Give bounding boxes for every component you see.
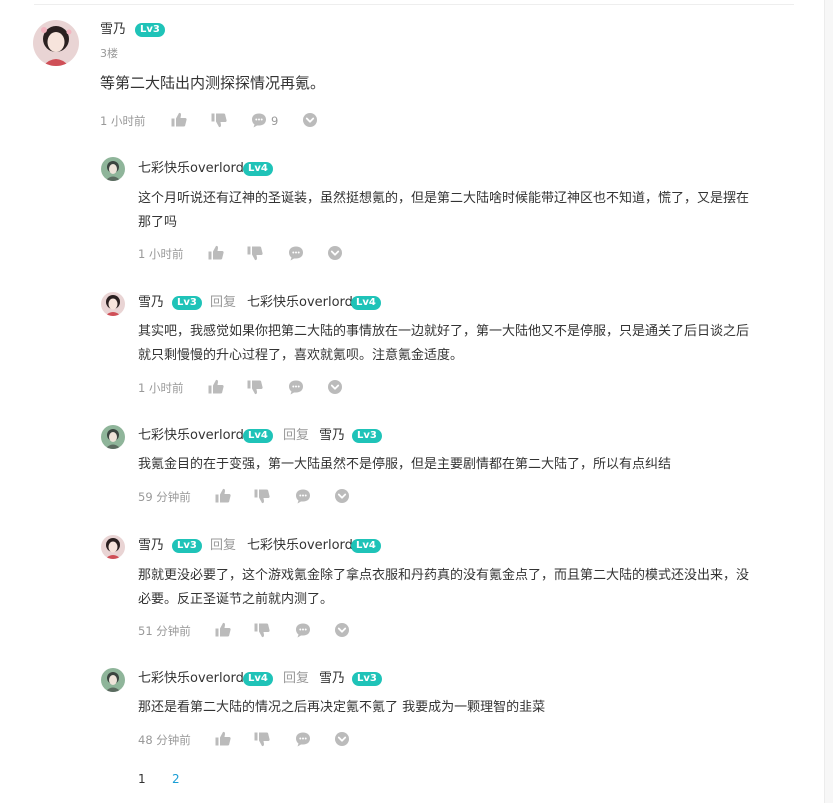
level-badge: Lv4 xyxy=(243,162,273,176)
thumbs-down-icon[interactable] xyxy=(253,621,271,639)
comment-bubble-icon[interactable] xyxy=(294,487,312,505)
reply-text-line: 那了吗 xyxy=(138,215,178,230)
top-divider xyxy=(34,4,794,5)
page-current[interactable]: 1 xyxy=(138,772,146,786)
thumbs-down-icon[interactable] xyxy=(246,378,264,396)
comment-text: 等第二大陆出内测探探情况再氪。 xyxy=(100,74,326,92)
thumbs-up-icon[interactable] xyxy=(170,111,188,129)
comment-username[interactable]: 雪乃 xyxy=(100,22,126,38)
reply-text-line: 其实吧，我感觉如果你把第二大陆的事情放在一边就好了，第一大陆他又不是停服，只是通… xyxy=(138,324,750,339)
avatar[interactable] xyxy=(101,668,125,692)
thumbs-up-icon[interactable] xyxy=(214,730,232,748)
reply-to-label: 回复 xyxy=(210,538,237,553)
avatar[interactable] xyxy=(101,535,125,559)
level-badge: Lv3 xyxy=(172,296,202,310)
level-badge: Lv4 xyxy=(351,539,381,553)
reply-username[interactable]: 七彩快乐overlord xyxy=(138,428,244,444)
reply-text-line: 那就更没必要了，这个游戏氪金除了拿点衣服和丹药真的没有氪金点了，而且第二大陆的模… xyxy=(138,568,750,583)
thumbs-up-icon[interactable] xyxy=(214,621,232,639)
level-badge: Lv3 xyxy=(352,429,382,443)
thumbs-down-icon[interactable] xyxy=(246,244,264,262)
level-badge: Lv4 xyxy=(351,296,381,310)
thumbs-up-icon[interactable] xyxy=(207,378,225,396)
reply-to-label: 回复 xyxy=(210,295,237,310)
reply-username[interactable]: 七彩快乐overlord xyxy=(138,671,244,687)
thumbs-down-icon[interactable] xyxy=(253,487,271,505)
floor-number: 3楼 xyxy=(100,47,118,60)
level-badge: Lv3 xyxy=(172,539,202,553)
avatar[interactable] xyxy=(101,292,125,316)
scrollbar[interactable] xyxy=(824,0,833,803)
comment-bubble-icon[interactable] xyxy=(250,111,268,129)
comment-bubble-icon[interactable] xyxy=(287,378,305,396)
avatar[interactable] xyxy=(101,157,125,181)
comment-bubble-icon[interactable] xyxy=(287,244,305,262)
chevron-down-circle-icon[interactable] xyxy=(326,378,344,396)
thumbs-down-icon[interactable] xyxy=(253,730,271,748)
chevron-down-circle-icon[interactable] xyxy=(333,730,351,748)
level-badge: Lv3 xyxy=(135,23,165,37)
reply-text-line: 那还是看第二大陆的情况之后再决定氪不氪了 我要成为一颗理智的韭菜 xyxy=(138,700,546,715)
reply-target-username[interactable]: 雪乃 xyxy=(319,671,345,687)
reply-username[interactable]: 七彩快乐overlord xyxy=(138,161,244,177)
level-badge: Lv3 xyxy=(352,672,382,686)
reply-time: 59 分钟前 xyxy=(138,490,191,504)
thumbs-up-icon[interactable] xyxy=(214,487,232,505)
thumbs-up-icon[interactable] xyxy=(207,244,225,262)
level-badge: Lv4 xyxy=(243,672,273,686)
reply-text-line: 我氪金目的在于变强，第一大陆虽然不是停服，但是主要剧情都在第二大陆了，所以有点纠… xyxy=(138,457,672,472)
reply-time: 1 小时前 xyxy=(138,247,184,261)
chevron-down-circle-icon[interactable] xyxy=(326,244,344,262)
reply-text-line: 就只剩慢慢的升心过程了，喜欢就氪呗。注意氪金适度。 xyxy=(138,348,464,363)
page-link-2[interactable]: 2 xyxy=(172,772,180,786)
reply-text-line: 必要。反正圣诞节之前就内测了。 xyxy=(138,592,334,607)
reply-to-label: 回复 xyxy=(283,428,310,443)
reply-target-username[interactable]: 雪乃 xyxy=(319,428,345,444)
reply-target-username[interactable]: 七彩快乐overlord xyxy=(247,295,353,311)
reply-text-line: 这个月听说还有辽神的圣诞装，虽然挺想氪的，但是第二大陆啥时候能带辽神区也不知道，… xyxy=(138,191,750,206)
reply-target-username[interactable]: 七彩快乐overlord xyxy=(247,538,353,554)
chevron-down-circle-icon[interactable] xyxy=(333,621,351,639)
comment-time: 1 小时前 xyxy=(100,114,146,128)
reply-username[interactable]: 雪乃 xyxy=(138,538,164,554)
level-badge: Lv4 xyxy=(243,429,273,443)
avatar[interactable] xyxy=(101,425,125,449)
chevron-down-circle-icon[interactable] xyxy=(333,487,351,505)
reply-time: 48 分钟前 xyxy=(138,733,191,747)
reply-username[interactable]: 雪乃 xyxy=(138,295,164,311)
avatar[interactable] xyxy=(33,20,79,66)
comment-bubble-icon[interactable] xyxy=(294,730,312,748)
chevron-down-circle-icon[interactable] xyxy=(301,111,319,129)
reply-count: 9 xyxy=(271,114,279,128)
thumbs-down-icon[interactable] xyxy=(210,111,228,129)
reply-to-label: 回复 xyxy=(283,671,310,686)
comment-bubble-icon[interactable] xyxy=(294,621,312,639)
reply-time: 1 小时前 xyxy=(138,381,184,395)
reply-time: 51 分钟前 xyxy=(138,624,191,638)
